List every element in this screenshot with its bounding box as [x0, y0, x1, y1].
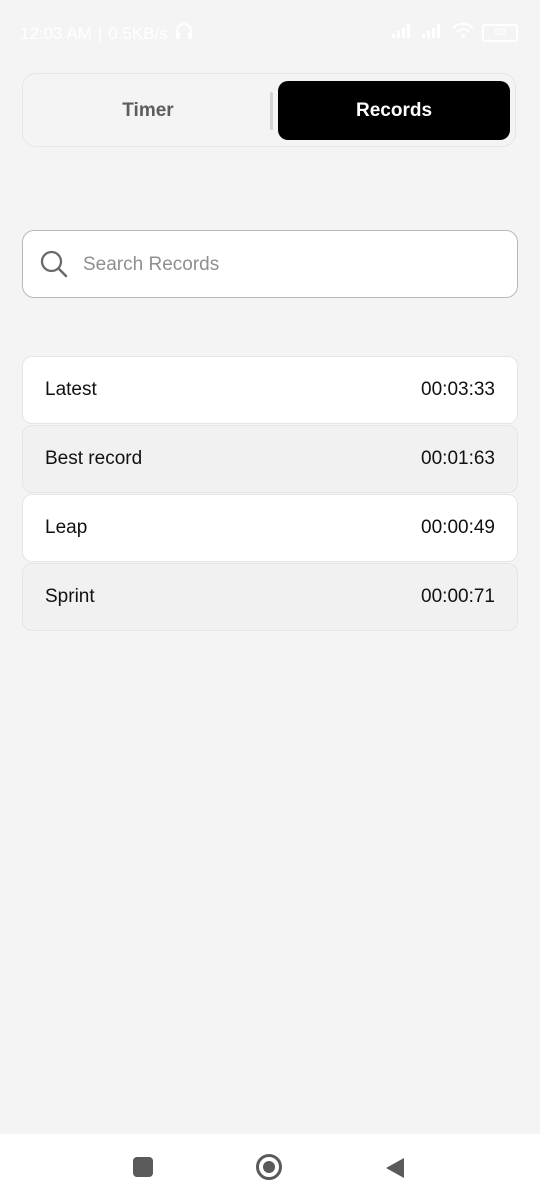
- headphones-icon: [174, 22, 194, 45]
- system-nav-bar: [0, 1134, 540, 1200]
- signal-icon-2: [422, 23, 444, 43]
- status-speed: 0.5KB/s: [108, 23, 168, 43]
- record-row-latest[interactable]: Latest 00:03:33: [22, 356, 518, 424]
- record-time: 00:00:71: [421, 586, 495, 607]
- search-box[interactable]: [22, 230, 518, 298]
- segment-divider: [270, 92, 273, 130]
- record-time: 00:00:49: [421, 517, 495, 538]
- record-row-sprint[interactable]: Sprint 00:00:71: [22, 563, 518, 631]
- status-separator: |: [97, 23, 103, 43]
- record-time: 00:03:33: [421, 379, 495, 400]
- status-right: 69: [392, 22, 518, 43]
- back-triangle-icon[interactable]: [384, 1156, 406, 1180]
- record-time: 00:01:63: [421, 448, 495, 469]
- home-circle-icon[interactable]: [255, 1153, 283, 1181]
- search-icon: [39, 249, 69, 279]
- signal-icon: [392, 23, 414, 43]
- tab-timer[interactable]: Timer: [33, 83, 263, 139]
- wifi-icon: [452, 22, 474, 43]
- record-name: Best record: [45, 448, 143, 469]
- status-time: 12:03 AM: [20, 23, 92, 43]
- record-row-leap[interactable]: Leap 00:00:49: [22, 494, 518, 562]
- record-name: Latest: [45, 379, 97, 400]
- search-input[interactable]: [81, 243, 505, 287]
- record-name: Leap: [45, 517, 88, 538]
- battery-icon: 69: [482, 23, 518, 42]
- mode-segmented-control: Timer Records: [22, 73, 516, 147]
- record-name: Sprint: [45, 586, 95, 607]
- record-row-best-record[interactable]: Best record 00:01:63: [22, 425, 518, 493]
- recents-square-icon[interactable]: [133, 1157, 153, 1177]
- tab-records[interactable]: Records: [278, 81, 510, 140]
- records-list: Latest 00:03:33 Best record 00:01:63 Lea…: [22, 356, 518, 632]
- status-bar: 12:03 AM | 0.5KB/s 69: [0, 0, 540, 66]
- status-left: 12:03 AM | 0.5KB/s: [20, 22, 194, 45]
